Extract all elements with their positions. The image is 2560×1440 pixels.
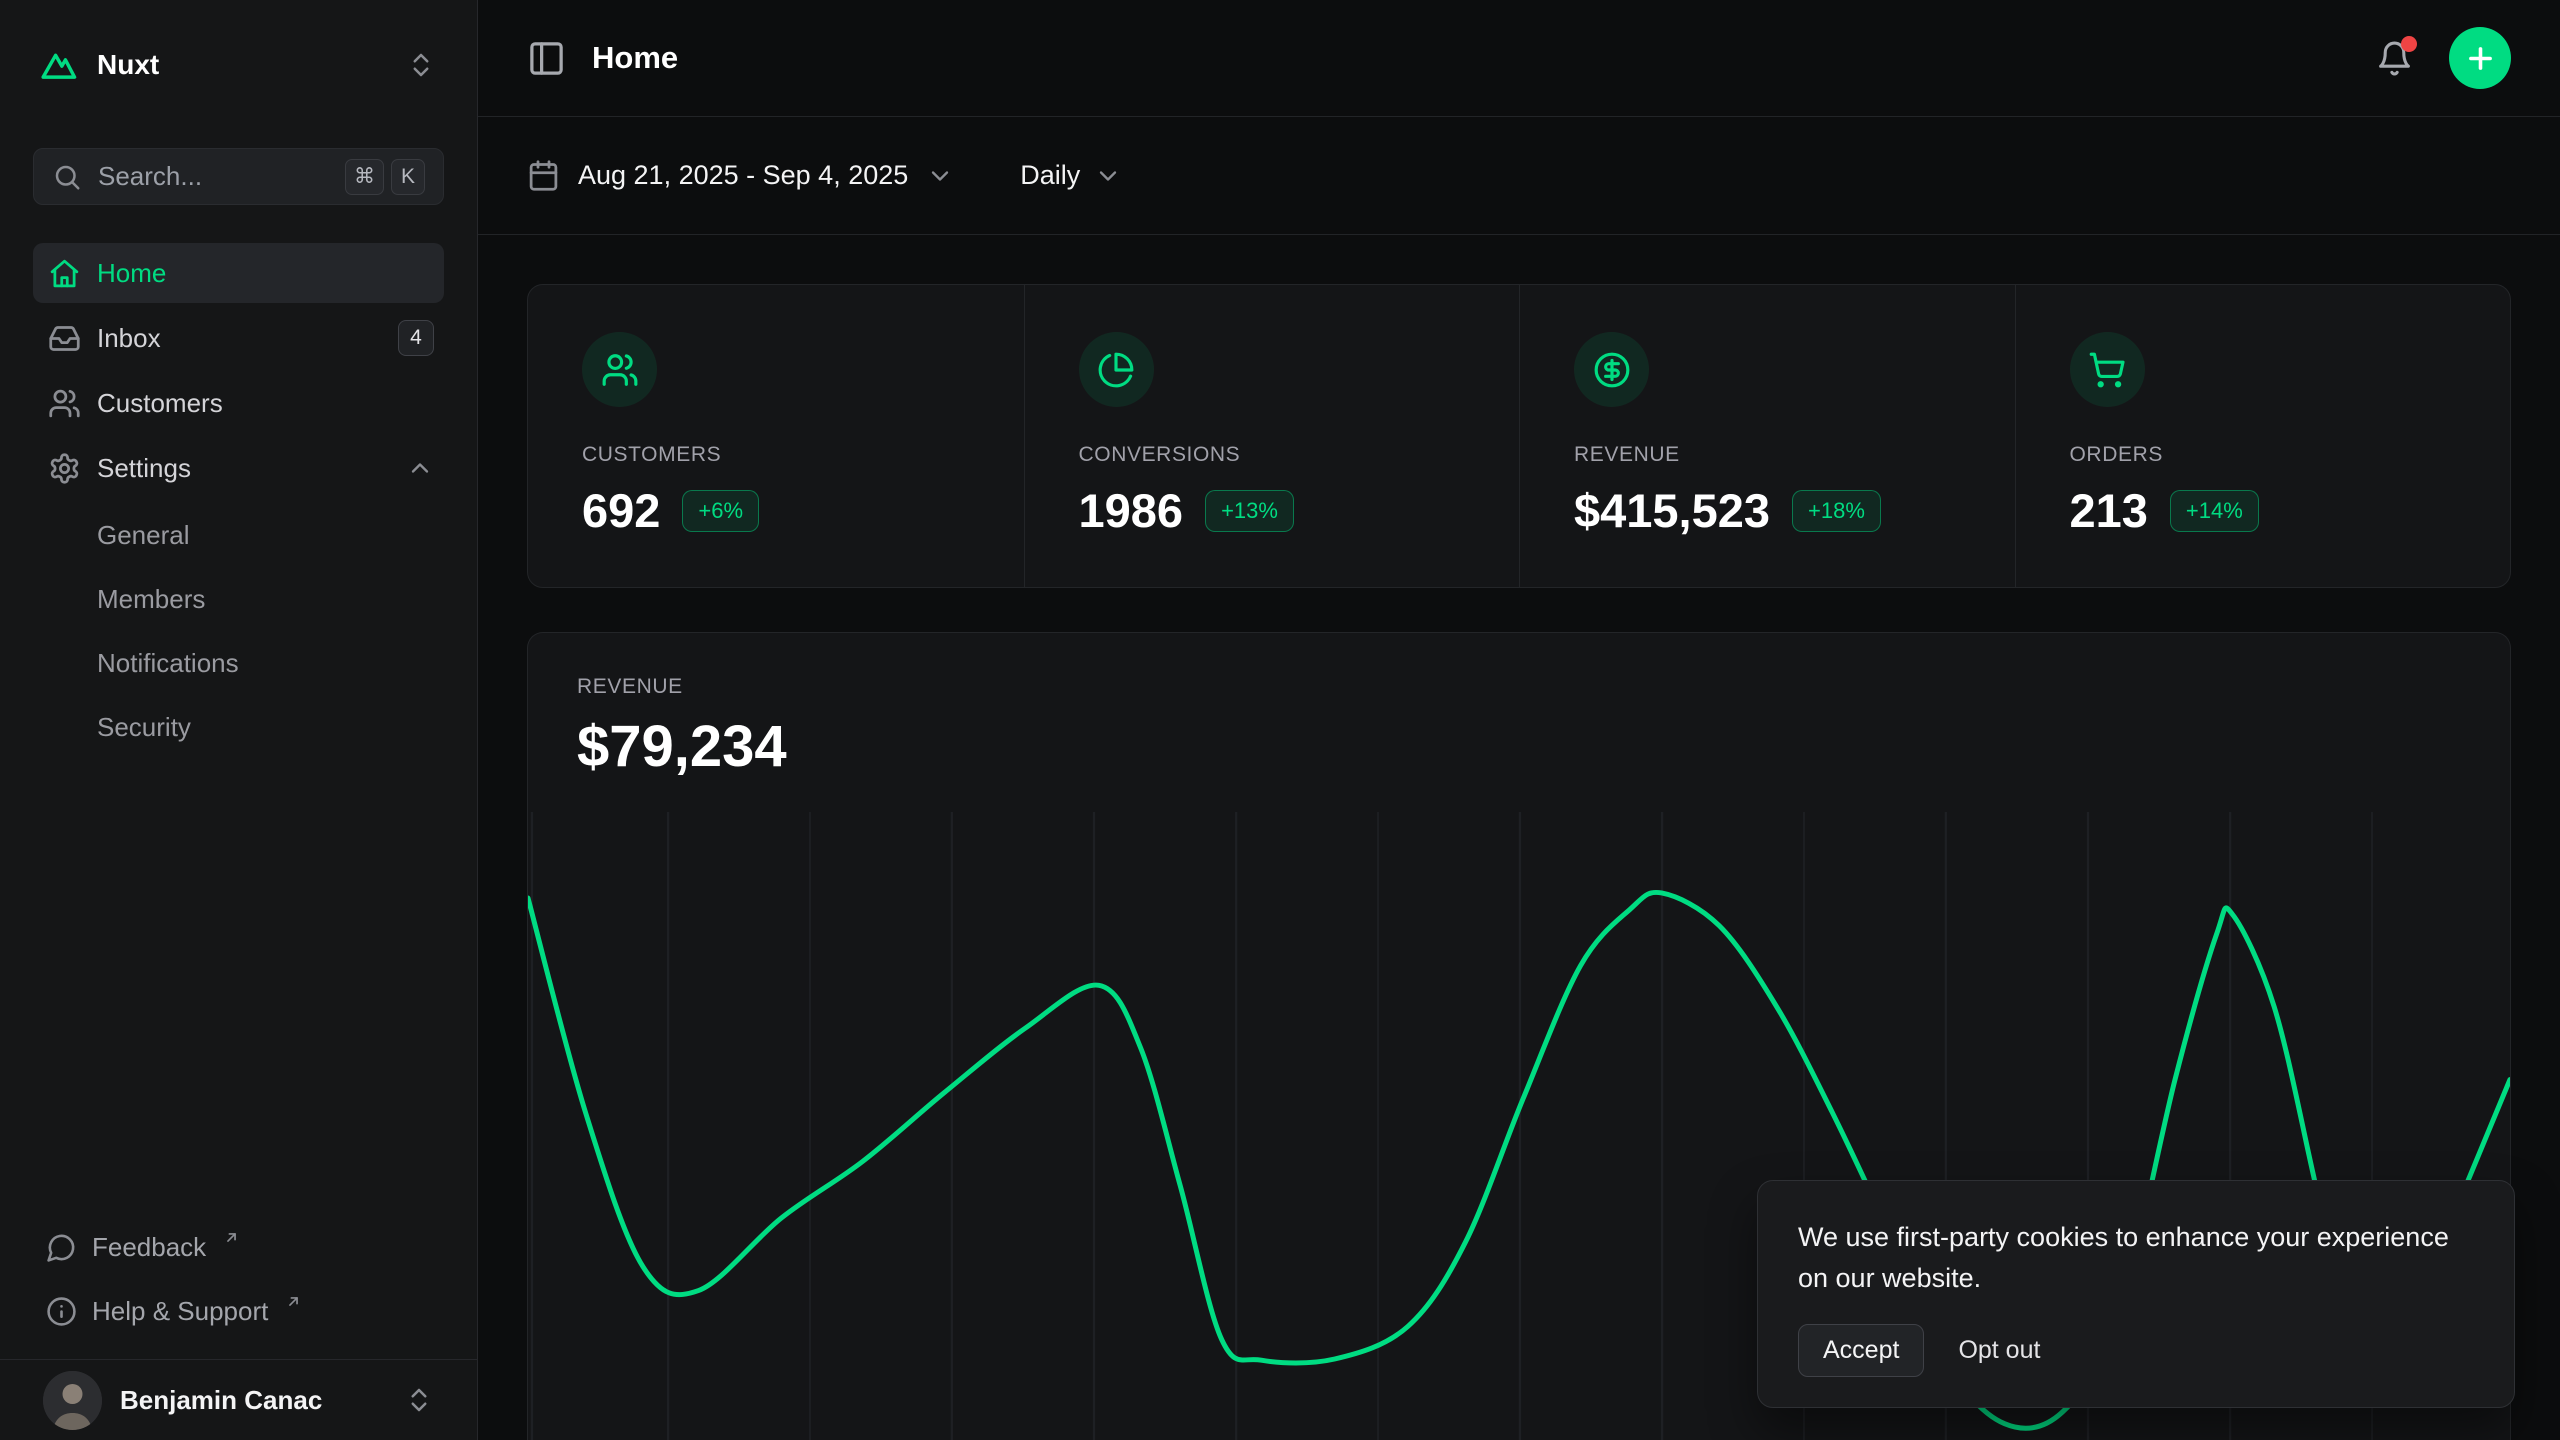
sidebar-item-label: Inbox — [97, 323, 161, 354]
sidebar-item-security[interactable]: Security — [33, 695, 444, 759]
plus-icon — [2464, 42, 2497, 75]
dollar-circle-icon — [1574, 332, 1649, 407]
header-actions — [2376, 27, 2511, 89]
sidebar-footer: Feedback Help & Support — [33, 1215, 444, 1359]
sidebar-toggle-button[interactable] — [527, 39, 566, 78]
external-link-icon — [223, 1229, 240, 1246]
settings-sub-nav: General Members Notifications Security — [33, 503, 444, 759]
gear-icon — [46, 452, 82, 485]
stat-label: ORDERS — [2070, 443, 2457, 467]
chevrons-up-down-icon — [406, 50, 436, 80]
notification-dot — [2401, 36, 2417, 52]
panel-left-icon — [527, 39, 566, 78]
users-icon — [46, 387, 82, 420]
users-icon — [582, 332, 657, 407]
stat-label: CONVERSIONS — [1079, 443, 1466, 467]
accept-button[interactable]: Accept — [1798, 1324, 1924, 1377]
new-item-button[interactable] — [2449, 27, 2511, 89]
sidebar: Nuxt Search... ⌘ K Home Inbox 4 — [0, 0, 478, 1440]
home-icon — [46, 257, 82, 290]
message-bubble-icon — [46, 1232, 77, 1263]
stat-value: 213 — [2070, 483, 2148, 538]
chevron-up-icon — [406, 454, 434, 482]
chevron-down-icon — [926, 162, 954, 190]
sidebar-item-settings[interactable]: Settings — [33, 438, 444, 498]
search-icon — [52, 162, 82, 192]
opt-out-button[interactable]: Opt out — [1938, 1325, 2060, 1376]
stat-value: $415,523 — [1574, 483, 1770, 538]
cookie-actions: Accept Opt out — [1798, 1324, 2474, 1377]
stat-card-customers[interactable]: CUSTOMERS 692 +6% — [528, 285, 1024, 587]
revenue-panel-value: $79,234 — [577, 713, 2461, 780]
kbd-key: K — [391, 159, 425, 195]
granularity-select[interactable]: Daily — [1020, 160, 1122, 191]
sidebar-item-general[interactable]: General — [33, 503, 444, 567]
help-circle-icon — [46, 1296, 77, 1327]
revenue-panel-label: REVENUE — [577, 675, 2461, 699]
sidebar-item-label: Settings — [97, 453, 191, 484]
stats-row: CUSTOMERS 692 +6% CONVERSIONS 1986 +13% — [527, 284, 2511, 588]
stat-delta-badge: +18% — [1792, 490, 1881, 532]
stat-value: 1986 — [1079, 483, 1184, 538]
footer-link-label: Help & Support — [92, 1296, 268, 1327]
brand-name: Nuxt — [97, 49, 159, 81]
search-shortcut: ⌘ K — [345, 159, 425, 195]
external-link-icon — [285, 1293, 302, 1310]
chevron-down-icon — [1094, 162, 1122, 190]
granularity-label: Daily — [1020, 160, 1080, 191]
sidebar-item-label: Home — [97, 258, 166, 289]
stat-delta-badge: +13% — [1205, 490, 1294, 532]
help-support-link[interactable]: Help & Support — [33, 1279, 444, 1343]
chevrons-up-down-icon — [404, 1385, 434, 1415]
sidebar-item-home[interactable]: Home — [33, 243, 444, 303]
sidebar-item-label: Customers — [97, 388, 223, 419]
sidebar-nav: Home Inbox 4 Customers Settings Ge — [33, 243, 444, 759]
date-range-picker[interactable]: Aug 21, 2025 - Sep 4, 2025 — [527, 159, 954, 192]
cookie-banner: We use first-party cookies to enhance yo… — [1757, 1180, 2515, 1408]
shopping-cart-icon — [2070, 332, 2145, 407]
date-range-label: Aug 21, 2025 - Sep 4, 2025 — [578, 160, 908, 191]
stat-label: CUSTOMERS — [582, 443, 970, 467]
user-name: Benjamin Canac — [120, 1385, 322, 1416]
stat-card-revenue[interactable]: REVENUE $415,523 +18% — [1519, 285, 2015, 587]
cookie-message: We use first-party cookies to enhance yo… — [1798, 1217, 2474, 1298]
inbox-icon — [46, 322, 82, 355]
sidebar-item-members[interactable]: Members — [33, 567, 444, 631]
workspace-switcher[interactable]: Nuxt — [33, 33, 444, 96]
revenue-panel-head: REVENUE $79,234 — [528, 633, 2510, 780]
page-header: Home — [478, 0, 2560, 117]
search-placeholder: Search... — [98, 161, 202, 192]
stat-card-conversions[interactable]: CONVERSIONS 1986 +13% — [1024, 285, 1520, 587]
stat-delta-badge: +6% — [682, 490, 759, 532]
user-menu[interactable]: Benjamin Canac — [0, 1359, 477, 1440]
stat-label: REVENUE — [1574, 443, 1961, 467]
notifications-button[interactable] — [2376, 40, 2413, 77]
nuxt-logo-icon — [41, 50, 81, 80]
footer-link-label: Feedback — [92, 1232, 206, 1263]
avatar — [43, 1371, 102, 1430]
stat-delta-badge: +14% — [2170, 490, 2259, 532]
sidebar-item-inbox[interactable]: Inbox 4 — [33, 308, 444, 368]
search-input[interactable]: Search... ⌘ K — [33, 148, 444, 205]
calendar-icon — [527, 159, 560, 192]
sidebar-item-notifications[interactable]: Notifications — [33, 631, 444, 695]
stat-value: 692 — [582, 483, 660, 538]
page-title: Home — [592, 40, 678, 76]
feedback-link[interactable]: Feedback — [33, 1215, 444, 1279]
stat-card-orders[interactable]: ORDERS 213 +14% — [2015, 285, 2511, 587]
filters-bar: Aug 21, 2025 - Sep 4, 2025 Daily — [478, 117, 2560, 235]
pie-chart-icon — [1079, 332, 1154, 407]
kbd-meta: ⌘ — [345, 159, 384, 195]
sidebar-item-customers[interactable]: Customers — [33, 373, 444, 433]
inbox-count-badge: 4 — [398, 320, 434, 356]
